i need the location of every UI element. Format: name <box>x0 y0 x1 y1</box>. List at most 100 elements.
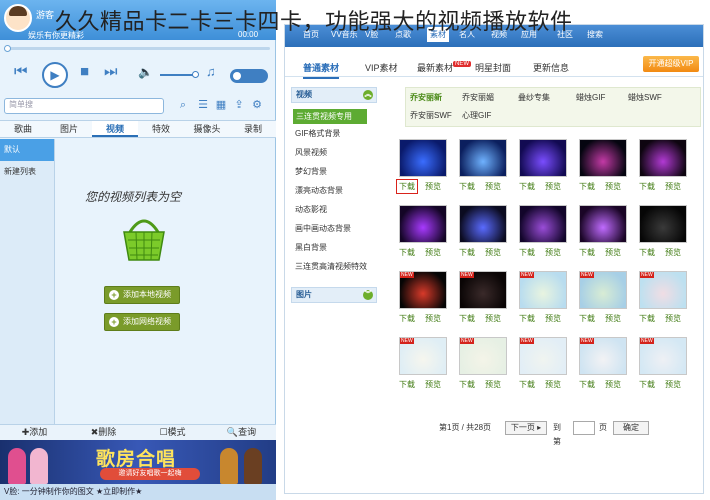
download-link[interactable]: 下载 <box>519 181 535 192</box>
volume-icon[interactable]: 🔈 <box>138 63 153 81</box>
subtab-star-cover[interactable]: 明星封面 <box>475 61 511 74</box>
add-local-video-button[interactable]: + 添加本地视频 <box>104 286 180 304</box>
material-thumbnail[interactable]: NEW <box>399 337 447 375</box>
download-link[interactable]: 下载 <box>459 247 475 258</box>
preview-link[interactable]: 预览 <box>545 247 561 258</box>
video-subcategory-item[interactable]: 梦幻背景 <box>295 166 327 177</box>
mode-toggle[interactable] <box>230 69 268 83</box>
material-thumbnail[interactable]: NEW <box>519 337 567 375</box>
material-thumbnail[interactable] <box>459 139 507 177</box>
download-link[interactable]: 下载 <box>639 313 655 324</box>
video-subcategory-item[interactable]: 画中画动态背景 <box>295 223 351 234</box>
video-subcategory-item[interactable]: 三连贯高清视频特效 <box>295 261 367 272</box>
preview-link[interactable]: 预览 <box>545 181 561 192</box>
download-link[interactable]: 下载 <box>459 313 475 324</box>
video-subcategory-item[interactable]: 漂亮动态背景 <box>295 185 343 196</box>
volume-slider[interactable] <box>160 71 199 78</box>
list-view-icon[interactable]: ☰ <box>196 98 210 112</box>
download-link[interactable]: 下载 <box>399 379 415 390</box>
preview-link[interactable]: 预览 <box>665 313 681 324</box>
download-link[interactable]: 下载 <box>399 313 415 324</box>
video-subcategory-item[interactable]: 动态影视 <box>295 204 327 215</box>
chip-item[interactable]: 蜡烛GIF <box>576 92 605 103</box>
material-thumbnail[interactable] <box>399 205 447 243</box>
download-link[interactable]: 下载 <box>579 181 595 192</box>
download-link[interactable]: 下载 <box>519 379 535 390</box>
tab-camera[interactable]: 摄像头 <box>184 121 230 137</box>
video-subcategory-item[interactable]: GIF格式背景 <box>295 128 340 139</box>
settings-icon[interactable]: ⚙ <box>250 98 264 112</box>
next-page-button[interactable]: 下一页 ▸ <box>505 421 547 435</box>
ad-banner[interactable]: 歌房合唱 邀请好友唱歌一起嗨 <box>0 440 276 484</box>
download-link[interactable]: 下载 <box>459 181 475 192</box>
next-icon[interactable]: ⏭ <box>104 63 118 81</box>
preview-link[interactable]: 预览 <box>605 379 621 390</box>
preview-link[interactable]: 预览 <box>425 181 441 192</box>
download-link[interactable]: 下载 <box>639 181 655 192</box>
download-link[interactable]: 下载 <box>519 247 535 258</box>
material-thumbnail[interactable]: NEW <box>519 271 567 309</box>
video-subcategory-item[interactable]: 风景视频 <box>295 147 327 158</box>
marquee-text[interactable]: V脸: 一分钟制作你的图文 ★立即制作★ <box>0 484 276 500</box>
chip-item[interactable]: 心理GIF <box>462 110 491 121</box>
download-link[interactable]: 下载 <box>519 313 535 324</box>
material-thumbnail[interactable]: NEW <box>639 337 687 375</box>
tab-videos[interactable]: 视频 <box>92 121 138 137</box>
preview-link[interactable]: 预览 <box>485 247 501 258</box>
previous-icon[interactable]: ⏮ <box>14 63 28 81</box>
preview-link[interactable]: 预览 <box>665 181 681 192</box>
material-thumbnail[interactable] <box>579 205 627 243</box>
list-item-new[interactable]: 新建列表 <box>0 161 54 183</box>
share-icon[interactable]: ⇪ <box>232 98 246 112</box>
user-avatar[interactable] <box>4 4 32 32</box>
material-thumbnail[interactable] <box>459 205 507 243</box>
preview-link[interactable]: 预览 <box>485 379 501 390</box>
list-item-default[interactable]: 默认 <box>0 139 54 161</box>
preview-link[interactable]: 预览 <box>605 181 621 192</box>
preview-link[interactable]: 预览 <box>485 181 501 192</box>
preview-link[interactable]: 预览 <box>485 313 501 324</box>
material-thumbnail[interactable]: NEW <box>639 271 687 309</box>
preview-link[interactable]: 预览 <box>665 379 681 390</box>
video-subcategory-item[interactable]: 黑白背景 <box>295 242 327 253</box>
grid-view-icon[interactable]: ▦ <box>214 98 228 112</box>
query-button[interactable]: 🔍查询 <box>207 425 276 440</box>
progress-knob[interactable] <box>4 45 11 52</box>
preview-link[interactable]: 预览 <box>605 313 621 324</box>
material-thumbnail[interactable]: NEW <box>579 337 627 375</box>
confirm-button[interactable]: 确定 <box>613 421 649 435</box>
tab-record[interactable]: 录制 <box>230 121 276 137</box>
preview-link[interactable]: 预览 <box>425 247 441 258</box>
download-link[interactable]: 下载 <box>579 379 595 390</box>
add-button[interactable]: ✚添加 <box>0 425 69 440</box>
subtab-vip[interactable]: VIP素材 <box>365 61 398 74</box>
tab-songs[interactable]: 歌曲 <box>0 121 46 137</box>
collapse-icon[interactable]: ︽ <box>363 90 373 100</box>
download-link[interactable]: 下载 <box>399 247 415 258</box>
subtab-normal[interactable]: 普通素材 <box>303 61 340 79</box>
material-thumbnail[interactable] <box>639 205 687 243</box>
preview-link[interactable]: 预览 <box>425 313 441 324</box>
video-subcategory-item[interactable]: 三连贯视频专用 <box>293 109 367 124</box>
chip-item[interactable]: 乔安丽SWF <box>410 110 452 121</box>
preview-link[interactable]: 预览 <box>545 313 561 324</box>
category-image[interactable]: 图片 ︾ <box>291 287 377 303</box>
material-thumbnail[interactable] <box>519 205 567 243</box>
material-thumbnail[interactable]: NEW <box>579 271 627 309</box>
delete-button[interactable]: ✖删除 <box>69 425 138 440</box>
chip-item[interactable]: 乔安丽新 <box>410 92 442 103</box>
expand-icon[interactable]: ︾ <box>363 290 373 300</box>
chip-item[interactable]: 叠纱专集 <box>518 92 550 103</box>
tab-images[interactable]: 图片 <box>46 121 92 137</box>
download-link[interactable]: 下载 <box>579 313 595 324</box>
download-link[interactable]: 下载 <box>459 379 475 390</box>
search-input[interactable]: 简单搜 <box>4 98 164 114</box>
preview-link[interactable]: 预览 <box>665 247 681 258</box>
mode-button[interactable]: ☐模式 <box>138 425 207 440</box>
subtab-latest[interactable]: 最新素材 NEW <box>417 61 472 74</box>
vip-button[interactable]: 开通超级VIP <box>643 56 699 72</box>
chip-item[interactable]: 蜡烛SWF <box>628 92 662 103</box>
play-progress-bar[interactable] <box>4 45 270 52</box>
stop-icon[interactable]: ■ <box>80 63 89 81</box>
material-thumbnail[interactable] <box>579 139 627 177</box>
